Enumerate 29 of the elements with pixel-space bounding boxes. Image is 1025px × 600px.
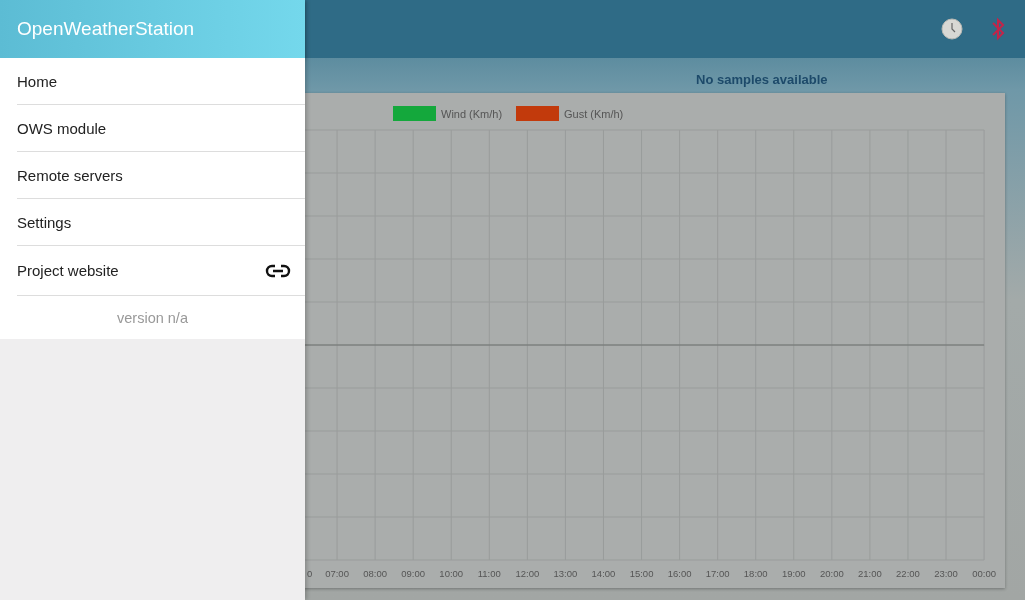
- x-axis-label: 23:00: [934, 568, 958, 579]
- no-data-message: No samples available: [696, 72, 828, 87]
- x-axis-label: 08:00: [363, 568, 387, 579]
- nav-item[interactable]: Settings: [17, 199, 305, 246]
- x-axis-label: 20:00: [819, 568, 844, 579]
- x-axis-label: 21:00: [858, 568, 882, 579]
- app-title: OpenWeatherStation: [0, 0, 305, 58]
- x-axis-label: 12:00: [515, 568, 540, 579]
- x-axis-label: 09:00: [401, 568, 426, 579]
- link-icon: [265, 263, 291, 278]
- x-axis-label: 19:00: [781, 568, 806, 579]
- legend-label: Gust (Km/h): [564, 108, 624, 120]
- x-axis-label: 13:00: [553, 568, 578, 579]
- nav-item[interactable]: Remote servers: [17, 152, 305, 199]
- x-axis-label: 17:00: [705, 568, 730, 579]
- x-axis-label: 07:00: [325, 568, 349, 579]
- x-axis-label: 0: [307, 568, 313, 579]
- x-axis-label: 14:00: [591, 568, 616, 579]
- clock-icon[interactable]: [941, 18, 963, 40]
- nav-item[interactable]: OWS module: [17, 105, 305, 152]
- nav-item[interactable]: Home: [17, 58, 305, 105]
- x-axis-label: 00:00: [972, 568, 996, 579]
- x-axis-label: 16:00: [667, 568, 692, 579]
- x-axis-label: 15:00: [629, 568, 654, 579]
- x-axis-label: 22:00: [896, 568, 920, 579]
- x-axis-label: 10:00: [439, 568, 464, 579]
- legend-label: Wind (Km/h): [441, 108, 503, 120]
- x-axis-label: 11:00: [477, 568, 501, 579]
- x-axis-label: 18:00: [743, 568, 768, 579]
